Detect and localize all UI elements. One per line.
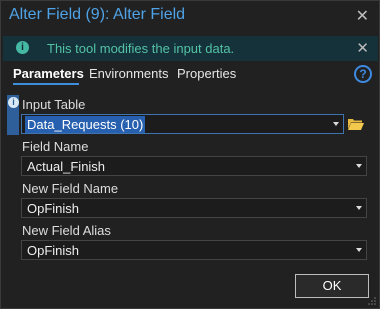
field-name-value: Actual_Finish — [27, 159, 106, 174]
new-field-name-label: New Field Name — [22, 181, 119, 196]
window-title: Alter Field (9): Alter Field — [9, 6, 186, 23]
active-tab-indicator — [13, 83, 79, 85]
input-table-value: Data_Requests (10) — [25, 116, 146, 133]
input-table-label: Input Table — [22, 97, 86, 112]
input-table-dropdown[interactable]: Data_Requests (10) — [21, 114, 344, 134]
message-close-icon[interactable]: ✕ — [356, 39, 369, 57]
new-field-alias-value: OpFinish — [27, 243, 80, 258]
tab-parameters[interactable]: Parameters — [13, 66, 84, 81]
close-icon[interactable]: ✕ — [356, 6, 369, 26]
chevron-down-icon[interactable] — [333, 122, 339, 126]
ok-button[interactable]: OK — [295, 274, 369, 298]
new-field-name-value: OpFinish — [27, 201, 80, 216]
new-field-alias-label: New Field Alias — [22, 223, 111, 238]
parameter-info-icon[interactable]: i — [8, 97, 19, 108]
message-bar: i This tool modifies the input data. ✕ — [3, 36, 378, 61]
info-icon: i — [16, 41, 29, 54]
message-text: This tool modifies the input data. — [47, 41, 235, 56]
chevron-down-icon[interactable] — [356, 206, 362, 210]
folder-open-icon[interactable] — [348, 118, 364, 130]
resize-grip-icon[interactable] — [368, 297, 376, 305]
new-field-name-dropdown[interactable]: OpFinish — [21, 198, 367, 218]
help-icon[interactable]: ? — [354, 65, 372, 83]
title-bar: Alter Field (9): Alter Field ✕ — [1, 1, 379, 31]
chevron-down-icon[interactable] — [356, 164, 362, 168]
tab-properties[interactable]: Properties — [177, 66, 236, 81]
dialog-window: Alter Field (9): Alter Field ✕ i This to… — [0, 0, 380, 309]
new-field-alias-dropdown[interactable]: OpFinish — [21, 240, 367, 260]
field-name-dropdown[interactable]: Actual_Finish — [21, 156, 367, 176]
field-name-label: Field Name — [22, 139, 89, 154]
tab-environments[interactable]: Environments — [89, 66, 168, 81]
chevron-down-icon[interactable] — [356, 248, 362, 252]
